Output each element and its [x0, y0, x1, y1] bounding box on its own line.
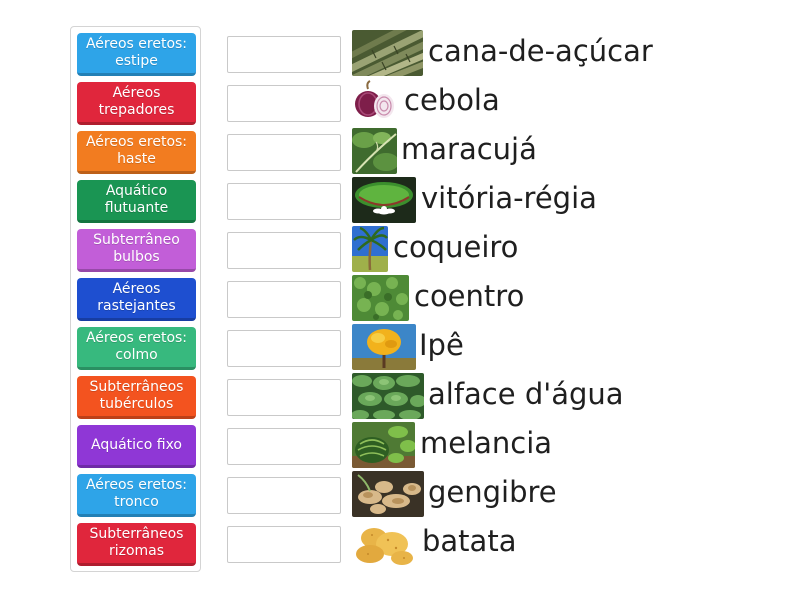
item-label: vitória-régia [421, 181, 597, 215]
answer-tile-panel: Aéreos eretos: estipe Aéreos trepadores … [70, 26, 201, 572]
drop-box[interactable] [227, 36, 341, 73]
item-label: alface d'água [428, 377, 624, 411]
ginger-photo [352, 471, 424, 517]
drop-box[interactable] [227, 428, 341, 465]
answer-tile[interactable]: Aéreos eretos: colmo [77, 327, 196, 370]
item-label: maracujá [401, 132, 537, 166]
drop-box[interactable] [227, 281, 341, 318]
drop-box[interactable] [227, 330, 341, 367]
drop-box[interactable] [227, 526, 341, 563]
answer-tile[interactable]: Aéreos eretos: tronco [77, 474, 196, 517]
answer-tile[interactable]: Subterrâneos rizomas [77, 523, 196, 566]
drop-box[interactable] [227, 183, 341, 220]
answer-tile[interactable]: Aéreos eretos: haste [77, 131, 196, 174]
ipe-tree-photo [352, 324, 416, 370]
water-lily-photo [352, 177, 416, 223]
drop-box[interactable] [227, 477, 341, 514]
item-label: gengibre [428, 475, 557, 509]
answer-tile[interactable]: Aquático flutuante [77, 180, 196, 223]
drop-box[interactable] [227, 232, 341, 269]
answer-tile[interactable]: Subterrâneo bulbos [77, 229, 196, 272]
coriander-photo [352, 275, 409, 321]
answer-tile[interactable]: Aquático fixo [77, 425, 196, 468]
answer-tile[interactable]: Aéreos trepadores [77, 82, 196, 125]
potato-photo [352, 520, 415, 566]
answer-tile[interactable]: Aéreos eretos: estipe [77, 33, 196, 76]
item-label: batata [422, 524, 517, 558]
water-lettuce-photo [352, 373, 424, 419]
item-label: melancia [420, 426, 553, 460]
item-label: Ipê [419, 328, 464, 362]
item-label: cana-de-açúcar [428, 34, 653, 68]
passion-fruit-vine-photo [352, 128, 397, 174]
coconut-palm-photo [352, 226, 388, 272]
item-label: coqueiro [393, 230, 519, 264]
answer-tile[interactable]: Aéreos rastejantes [77, 278, 196, 321]
red-onion-photo [352, 79, 396, 125]
watermelon-photo [352, 422, 415, 468]
item-label: coentro [414, 279, 525, 313]
drop-box[interactable] [227, 134, 341, 171]
item-label: cebola [404, 83, 500, 117]
answer-tile[interactable]: Subterrâneos tubérculos [77, 376, 196, 419]
sugarcane-photo [352, 30, 423, 76]
drop-box[interactable] [227, 85, 341, 122]
drop-box[interactable] [227, 379, 341, 416]
